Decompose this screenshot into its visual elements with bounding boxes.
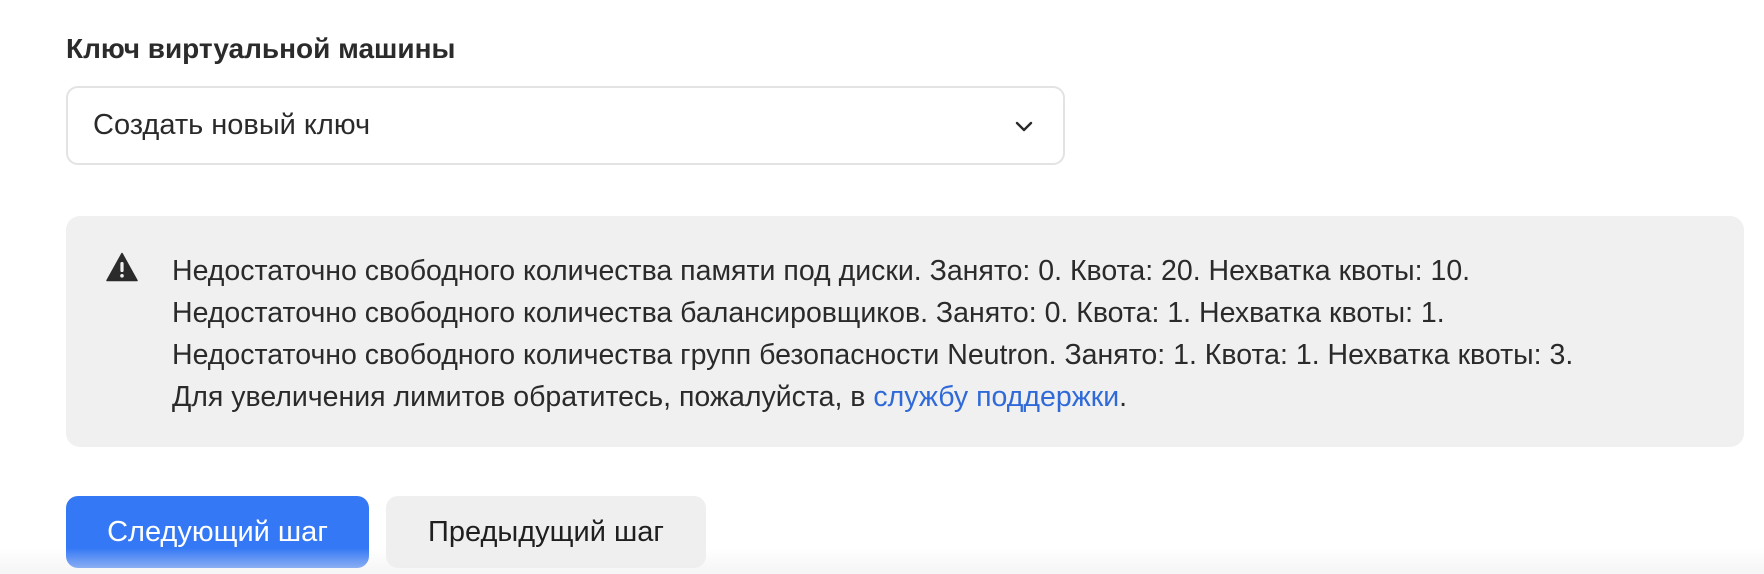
key-field-label: Ключ виртуальной машины: [66, 33, 456, 64]
alert-message: Недостаточно свободного количества памят…: [172, 250, 1573, 418]
page: Ключ виртуальной машины Создать новый кл…: [0, 0, 1764, 574]
quota-warning-alert: Недостаточно свободного количества памят…: [66, 216, 1744, 447]
next-step-button[interactable]: Следующий шаг: [66, 496, 369, 568]
chevron-down-icon: [1015, 121, 1033, 132]
alert-support-suffix: .: [1119, 381, 1128, 413]
alert-line-balancers: Недостаточно свободного количества балан…: [172, 297, 1445, 329]
warning-icon: [106, 252, 138, 282]
alert-line-security-groups: Недостаточно свободного количества групп…: [172, 339, 1574, 371]
key-select-value: Создать новый ключ: [93, 109, 371, 141]
support-link[interactable]: службу поддержки: [873, 381, 1119, 413]
key-select[interactable]: Создать новый ключ: [66, 86, 1065, 165]
alert-line-disk-memory: Недостаточно свободного количества памят…: [172, 255, 1471, 287]
previous-step-button[interactable]: Предыдущий шаг: [386, 496, 706, 568]
alert-line-support: Для увеличения лимитов обратитесь, пожал…: [172, 376, 1573, 418]
alert-support-prefix: Для увеличения лимитов обратитесь, пожал…: [172, 381, 874, 413]
